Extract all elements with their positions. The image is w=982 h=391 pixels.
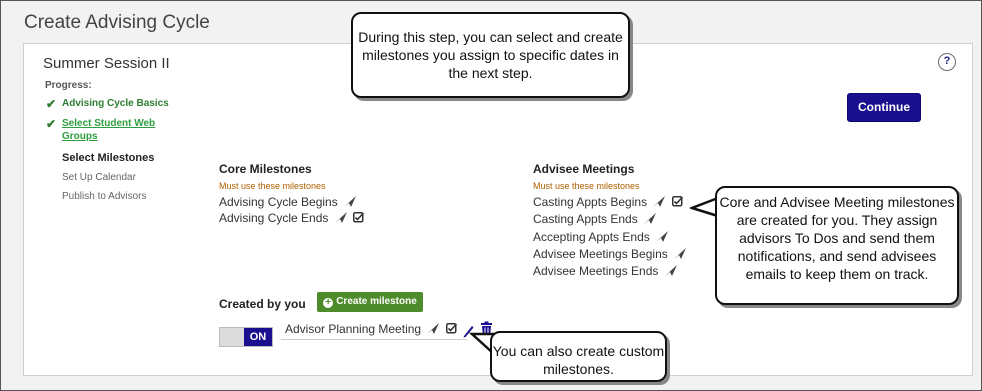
todo-check-icon bbox=[353, 212, 365, 223]
check-icon: ✔ bbox=[46, 97, 57, 111]
send-icon bbox=[674, 248, 687, 259]
custom-milestone-row[interactable]: Advisor Planning Meeting bbox=[281, 322, 467, 340]
continue-button[interactable]: Continue bbox=[847, 93, 921, 122]
step-publish-to-advisors: Publish to Advisors bbox=[62, 191, 147, 202]
milestone-label: Advising Cycle Begins bbox=[219, 195, 338, 209]
milestone-label: Advisee Meetings Begins bbox=[533, 247, 668, 261]
session-title: Summer Session II bbox=[43, 55, 170, 72]
send-icon bbox=[427, 323, 440, 334]
todo-check-icon bbox=[445, 323, 457, 334]
milestone-toggle[interactable]: ON bbox=[219, 327, 273, 347]
toggle-on-label: ON bbox=[244, 328, 272, 346]
step-select-student-web-groups[interactable]: Select Student Web Groups bbox=[62, 117, 172, 143]
send-icon bbox=[644, 213, 657, 224]
created-by-you-heading: Created by you bbox=[219, 297, 306, 311]
callout-step-info: During this step, you can select and cre… bbox=[351, 12, 630, 98]
milestone-advising-cycle-ends[interactable]: Advising Cycle Ends bbox=[219, 211, 365, 225]
milestone-advising-cycle-begins[interactable]: Advising Cycle Begins bbox=[219, 195, 357, 209]
milestone-label: Accepting Appts Ends bbox=[533, 230, 650, 244]
milestone-label: Advisor Planning Meeting bbox=[285, 322, 422, 336]
milestone-casting-appts-ends[interactable]: Casting Appts Ends bbox=[533, 212, 657, 226]
milestone-label: Advisee Meetings Ends bbox=[533, 264, 659, 278]
progress-label: Progress: bbox=[45, 80, 92, 91]
milestone-label: Casting Appts Begins bbox=[533, 195, 648, 209]
milestone-advisee-meetings-ends[interactable]: Advisee Meetings Ends bbox=[533, 264, 677, 278]
page-title: Create Advising Cycle bbox=[24, 12, 210, 33]
core-milestones-heading: Core Milestones bbox=[219, 162, 312, 176]
milestone-advisee-meetings-begins[interactable]: Advisee Meetings Begins bbox=[533, 247, 687, 261]
callout-core-info: Core and Advisee Meeting milestones are … bbox=[715, 186, 959, 305]
todo-check-icon bbox=[671, 196, 683, 207]
plus-icon: + bbox=[323, 298, 334, 308]
milestone-accepting-appts-ends[interactable]: Accepting Appts Ends bbox=[533, 230, 669, 244]
send-icon bbox=[656, 231, 669, 242]
step-set-up-calendar: Set Up Calendar bbox=[62, 172, 136, 183]
advisee-meetings-note: Must use these milestones bbox=[533, 181, 640, 191]
create-milestone-label: Create milestone bbox=[336, 296, 417, 307]
step-select-milestones: Select Milestones bbox=[62, 152, 155, 164]
create-milestone-button[interactable]: + Create milestone bbox=[317, 292, 423, 312]
check-icon: ✔ bbox=[46, 117, 57, 131]
milestone-label: Advising Cycle Ends bbox=[219, 211, 329, 225]
send-icon bbox=[653, 196, 666, 207]
step-advising-cycle-basics[interactable]: Advising Cycle Basics bbox=[62, 98, 169, 109]
help-button[interactable]: ? bbox=[938, 53, 956, 71]
milestone-casting-appts-begins[interactable]: Casting Appts Begins bbox=[533, 195, 683, 209]
milestone-label: Casting Appts Ends bbox=[533, 212, 638, 226]
callout-custom-info: You can also create custom milestones. bbox=[490, 331, 667, 382]
core-milestones-note: Must use these milestones bbox=[219, 181, 326, 191]
advisee-meetings-heading: Advisee Meetings bbox=[533, 162, 635, 176]
send-icon bbox=[664, 265, 677, 276]
send-icon bbox=[344, 196, 357, 207]
send-icon bbox=[334, 212, 347, 223]
